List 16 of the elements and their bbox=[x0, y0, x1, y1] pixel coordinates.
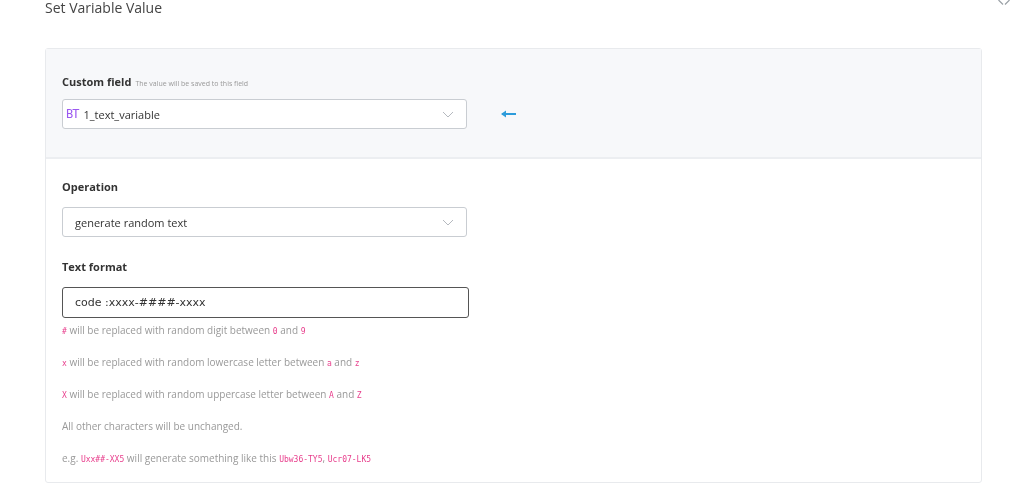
text-format-field[interactable]: code :xxxx-####-xxxx bbox=[62, 287, 469, 318]
hint-text: x will be replaced with random lowercase letter between a and z bbox=[62, 354, 361, 371]
hint-text: # will be replaced with random digit between 0 and 9 bbox=[62, 322, 307, 339]
field-label: Custom field bbox=[62, 74, 132, 89]
chevron-icon bbox=[442, 110, 454, 118]
field-label: Text format bbox=[62, 259, 129, 274]
dialog-title: Set Variable Value bbox=[45, 0, 164, 19]
field-label: Operation bbox=[62, 179, 120, 194]
custom-field-select[interactable]: BT 1_text_variable bbox=[62, 99, 467, 129]
close-icon[interactable] bbox=[998, 0, 1010, 6]
hint-text: e.g. Uxx##-XX5 will generate something like this Ubw36-TY5, Ucr07-LK5 bbox=[62, 450, 373, 467]
hint-text: All other characters will be unchanged. bbox=[62, 418, 244, 435]
chevron-icon bbox=[442, 218, 454, 226]
arrow-icon bbox=[501, 110, 517, 118]
operation-select[interactable]: generate random text bbox=[62, 207, 467, 237]
hint-text: X will be replaced with random uppercase letter between A and Z bbox=[62, 386, 363, 403]
